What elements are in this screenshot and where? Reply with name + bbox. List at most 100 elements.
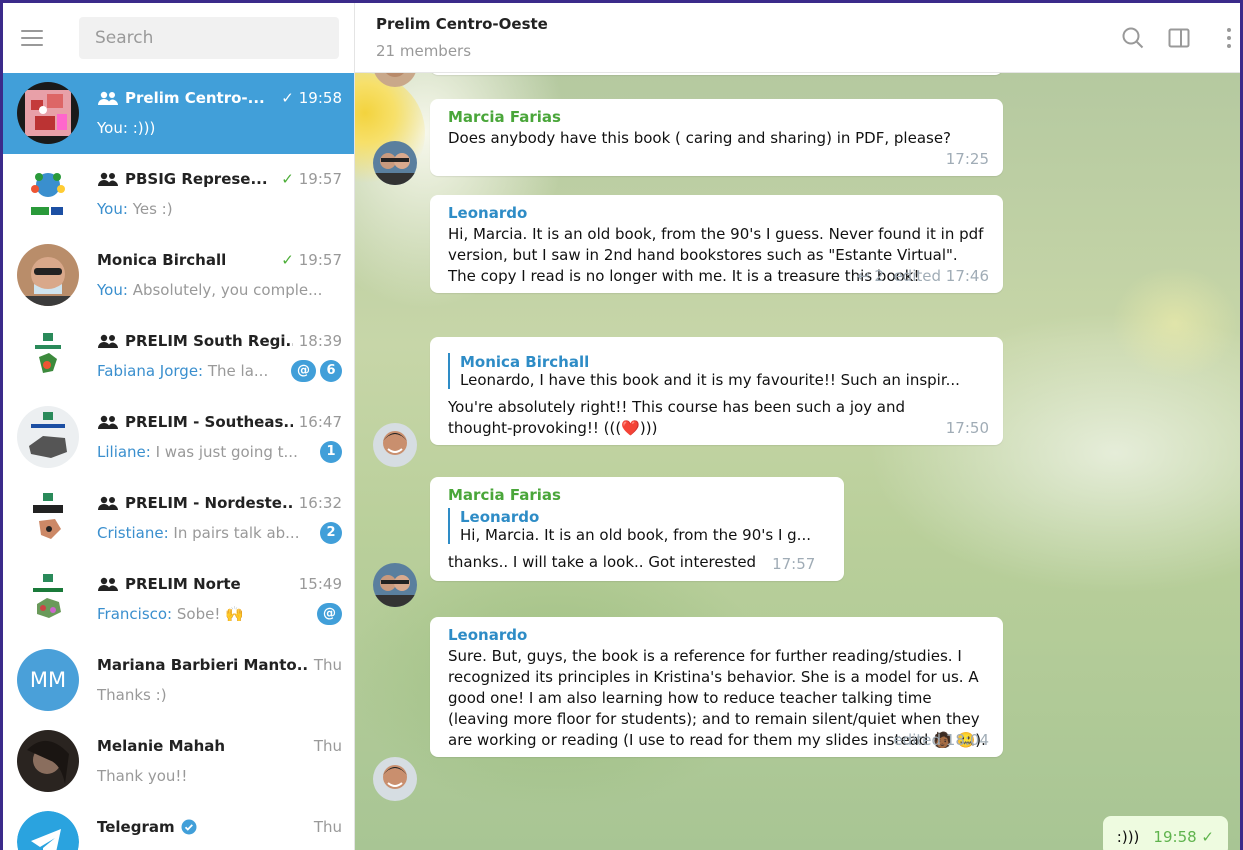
- sidebar: Prelim Centro-... ✓19:58 You: :))) PBSIG…: [3, 3, 355, 850]
- message-text: :))): [1116, 828, 1140, 846]
- telegram-avatar: [17, 811, 79, 850]
- sent-check-icon: ✓: [281, 170, 294, 188]
- chat-time: 19:58: [298, 89, 342, 107]
- reply-preview[interactable]: Leonardo Hi, Marcia. It is an old book, …: [448, 508, 830, 544]
- chat-panel: Prelim Centro-Oeste 21 members Marcia Fa…: [355, 3, 1240, 850]
- chat-name: Monica Birchall: [97, 251, 227, 269]
- message-bubble[interactable]: Marcia Farias Does anybody have this boo…: [430, 99, 1003, 176]
- message-text: thanks.. I will take a look.. Got intere…: [448, 553, 757, 571]
- group-icon: [98, 577, 118, 591]
- preview-sender: Liliane:: [97, 443, 151, 461]
- chat-preview: Absolutely, you comple...: [127, 281, 323, 299]
- chat-item-prelim-norte[interactable]: PRELIM Norte 15:49 Francisco: Sobe! 🙌 @: [3, 559, 354, 640]
- chat-name: PRELIM South Regi...: [125, 332, 293, 350]
- message-time: 19:58 ✓: [1153, 828, 1214, 846]
- chat-title[interactable]: Prelim Centro-Oeste: [376, 15, 548, 33]
- chat-time: Thu: [313, 818, 342, 836]
- message-sender[interactable]: Leonardo: [448, 626, 989, 644]
- chat-time: 15:49: [298, 575, 342, 593]
- chat-name: Mariana Barbieri Manto...: [97, 656, 308, 674]
- preview-sender: Francisco:: [97, 605, 173, 623]
- chat-name: PRELIM - Nordeste...: [125, 494, 293, 512]
- message-sender[interactable]: Leonardo: [448, 204, 989, 222]
- chat-name: Telegram: [97, 818, 175, 836]
- member-count[interactable]: 21 members: [376, 42, 471, 60]
- group-avatar: [17, 163, 79, 225]
- chat-item-monica-birchall[interactable]: Monica Birchall ✓ 19:57 You: Absolutely, …: [3, 235, 354, 316]
- message-sender[interactable]: Marcia Farias: [448, 108, 989, 126]
- sender-avatar[interactable]: [373, 757, 417, 801]
- group-icon: [98, 172, 118, 186]
- message-time: 17:57: [772, 555, 816, 573]
- group-avatar: [17, 82, 79, 144]
- sender-avatar[interactable]: [373, 141, 417, 185]
- chat-time: 16:47: [298, 413, 342, 431]
- chat-time: Thu: [313, 737, 342, 755]
- reply-count[interactable]: 2: [874, 267, 884, 285]
- chat-time: 19:57: [298, 170, 342, 188]
- reply-icon[interactable]: ↩: [857, 267, 870, 285]
- chat-preview: The la...: [203, 362, 269, 380]
- reply-text: Leonardo, I have this book and it is my …: [460, 371, 960, 389]
- reply-text: Hi, Marcia. It is an old book, from the …: [460, 526, 811, 544]
- user-avatar: [17, 730, 79, 792]
- message-time: edited 17:46: [893, 267, 989, 285]
- preview-sender: Cristiane:: [97, 524, 169, 542]
- sender-avatar[interactable]: [373, 423, 417, 467]
- message-sender[interactable]: Marcia Farias: [448, 486, 830, 504]
- unread-badge: 2: [320, 522, 342, 544]
- avatar-initials: MM: [29, 668, 67, 692]
- more-options-icon[interactable]: [1222, 25, 1236, 51]
- sender-avatar[interactable]: [373, 563, 417, 607]
- preview-sender: You:: [97, 281, 128, 299]
- chat-preview: :))): [127, 119, 156, 137]
- outgoing-message-bubble[interactable]: :))) 19:58 ✓: [1102, 816, 1228, 850]
- chat-header: Prelim Centro-Oeste 21 members: [355, 3, 1240, 73]
- search-icon[interactable]: [1120, 25, 1146, 51]
- chat-item-prelim-nordeste[interactable]: PRELIM - Nordeste... 16:32 Cristiane: In…: [3, 478, 354, 559]
- menu-icon[interactable]: [17, 23, 47, 53]
- chat-item-telegram[interactable]: Telegram Thu: [3, 802, 354, 850]
- group-avatar: [17, 568, 79, 630]
- chat-item-prelim-centro-oeste[interactable]: Prelim Centro-... ✓ 19:58 You: :))): [3, 73, 354, 154]
- chat-name: PBSIG Represe...: [125, 170, 268, 188]
- reply-preview[interactable]: Monica Birchall Leonardo, I have this bo…: [448, 353, 989, 389]
- sent-check-icon: ✓: [281, 89, 294, 107]
- reply-sender: Leonardo: [460, 508, 540, 526]
- sent-check-icon: ✓: [281, 251, 294, 269]
- message-bubble[interactable]: Leonardo Sure. But, guys, the book is a …: [430, 617, 1003, 757]
- chat-preview: I was just going t...: [150, 443, 298, 461]
- chat-item-mariana[interactable]: MM Mariana Barbieri Manto... Thu Thanks …: [3, 640, 354, 721]
- chat-name: Prelim Centro-...: [125, 89, 265, 107]
- chat-item-prelim-southeast[interactable]: PRELIM - Southeas... 16:47 Liliane: I wa…: [3, 397, 354, 478]
- chat-time: 16:32: [298, 494, 342, 512]
- message-time: 17:25: [945, 150, 989, 168]
- chat-name: Melanie Mahah: [97, 737, 226, 755]
- group-avatar: [17, 487, 79, 549]
- message-text: Does anybody have this book ( caring and…: [448, 129, 952, 147]
- chat-list: Prelim Centro-... ✓ 19:58 You: :))) PBSIG…: [3, 73, 354, 850]
- message-bubble[interactable]: Monica Birchall Leonardo, I have this bo…: [430, 337, 1003, 445]
- chat-preview: Thank you!!: [97, 767, 188, 785]
- sidebar-top: [3, 3, 354, 73]
- group-icon: [98, 91, 118, 105]
- chat-item-prelim-south[interactable]: PRELIM South Regi... 18:39 Fabiana Jorge…: [3, 316, 354, 397]
- preview-sender: Fabiana Jorge:: [97, 362, 204, 380]
- unread-badge: 1: [320, 441, 342, 463]
- sidebar-toggle-icon[interactable]: [1166, 25, 1192, 51]
- message-bubble[interactable]: Marcia Farias Leonardo Hi, Marcia. It is…: [430, 477, 844, 581]
- search-input[interactable]: [79, 17, 339, 59]
- chat-item-pbsig[interactable]: PBSIG Represe... ✓ 19:57 You: Yes :): [3, 154, 354, 235]
- group-icon: [98, 496, 118, 510]
- chat-name: PRELIM Norte: [125, 575, 241, 593]
- chat-name: PRELIM - Southeas...: [125, 413, 293, 431]
- chat-time: Thu: [313, 656, 342, 674]
- chat-item-melanie[interactable]: Melanie Mahah Thu Thank you!!: [3, 721, 354, 802]
- message-bubble[interactable]: Leonardo Hi, Marcia. It is an old book, …: [430, 195, 1003, 293]
- mention-badge: @: [317, 603, 342, 625]
- group-icon: [98, 334, 118, 348]
- telegram-window: Prelim Centro-... ✓19:58 You: :))) PBSIG…: [3, 3, 1240, 850]
- chat-time: 19:57: [298, 251, 342, 269]
- chat-preview: Thanks :): [97, 686, 167, 704]
- group-avatar: [17, 325, 79, 387]
